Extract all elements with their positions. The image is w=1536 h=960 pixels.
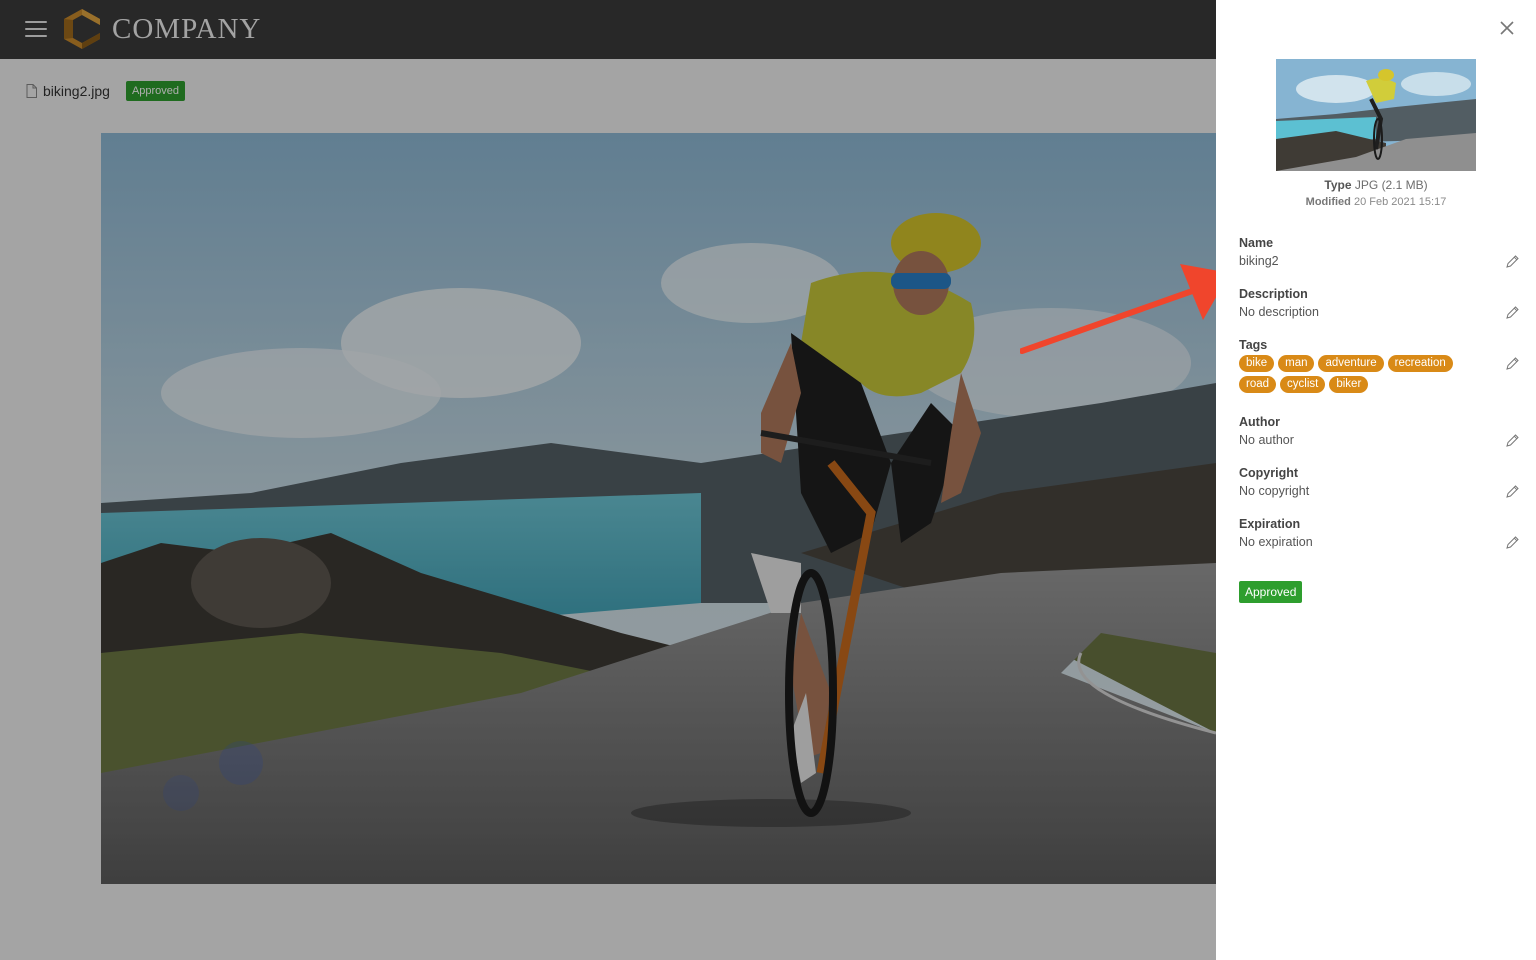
status-badge[interactable]: Approved <box>1239 581 1303 603</box>
pencil-icon[interactable] <box>1506 255 1519 268</box>
tag-list: bike man adventure recreation road cycli… <box>1239 355 1479 397</box>
pencil-icon[interactable] <box>1506 485 1519 498</box>
pencil-icon[interactable] <box>1506 357 1519 370</box>
field-description: Description No description <box>1239 287 1519 319</box>
tags-label: Tags <box>1239 338 1268 352</box>
status-badge: Approved <box>125 81 186 101</box>
pencil-icon[interactable] <box>1506 434 1519 447</box>
field-name: Name biking2 <box>1239 236 1519 268</box>
brand-name[interactable]: COMPANY <box>112 13 261 46</box>
tag-chip[interactable]: road <box>1239 376 1277 393</box>
copyright-label: Copyright <box>1239 466 1299 480</box>
image-thumbnail <box>1276 59 1476 171</box>
tag-chip[interactable]: cyclist <box>1280 376 1326 393</box>
pencil-icon[interactable] <box>1506 306 1519 319</box>
modified-value: 20 Feb 2021 15:17 <box>1353 196 1447 208</box>
file-modified-info: Modified 20 Feb 2021 15:17 <box>1216 196 1536 208</box>
company-logo-icon <box>64 9 100 49</box>
image-preview[interactable] <box>101 133 1216 884</box>
expiration-value: No expiration <box>1239 535 1313 549</box>
tag-chip[interactable]: recreation <box>1387 355 1453 372</box>
modified-label: Modified <box>1305 196 1351 208</box>
field-tags: Tags bike man adventure recreation road … <box>1239 338 1519 397</box>
hamburger-menu-icon[interactable] <box>25 21 47 37</box>
type-value: JPG (2.1 MB) <box>1354 178 1428 192</box>
tag-chip[interactable]: biker <box>1329 376 1369 393</box>
author-label: Author <box>1239 415 1280 429</box>
copyright-value: No copyright <box>1239 484 1310 498</box>
tag-chip[interactable]: bike <box>1239 355 1275 372</box>
description-label: Description <box>1239 287 1308 301</box>
details-panel: Type JPG (2.1 MB) Modified 20 Feb 2021 1… <box>1216 0 1536 960</box>
field-copyright: Copyright No copyright <box>1239 466 1519 498</box>
file-header: biking2.jpg Approved <box>26 80 186 102</box>
tag-chip[interactable]: adventure <box>1318 355 1384 372</box>
file-icon <box>26 84 37 98</box>
file-name: biking2.jpg <box>43 83 110 99</box>
description-value: No description <box>1239 305 1319 319</box>
field-author: Author No author <box>1239 415 1519 447</box>
name-label: Name <box>1239 236 1274 250</box>
expiration-label: Expiration <box>1239 517 1301 531</box>
author-value: No author <box>1239 433 1294 447</box>
close-icon[interactable] <box>1500 21 1514 35</box>
tag-chip[interactable]: man <box>1278 355 1315 372</box>
type-label: Type <box>1324 178 1352 192</box>
field-expiration: Expiration No expiration <box>1239 517 1519 549</box>
pencil-icon[interactable] <box>1506 536 1519 549</box>
file-type-info: Type JPG (2.1 MB) <box>1216 178 1536 192</box>
name-value: biking2 <box>1239 254 1279 268</box>
